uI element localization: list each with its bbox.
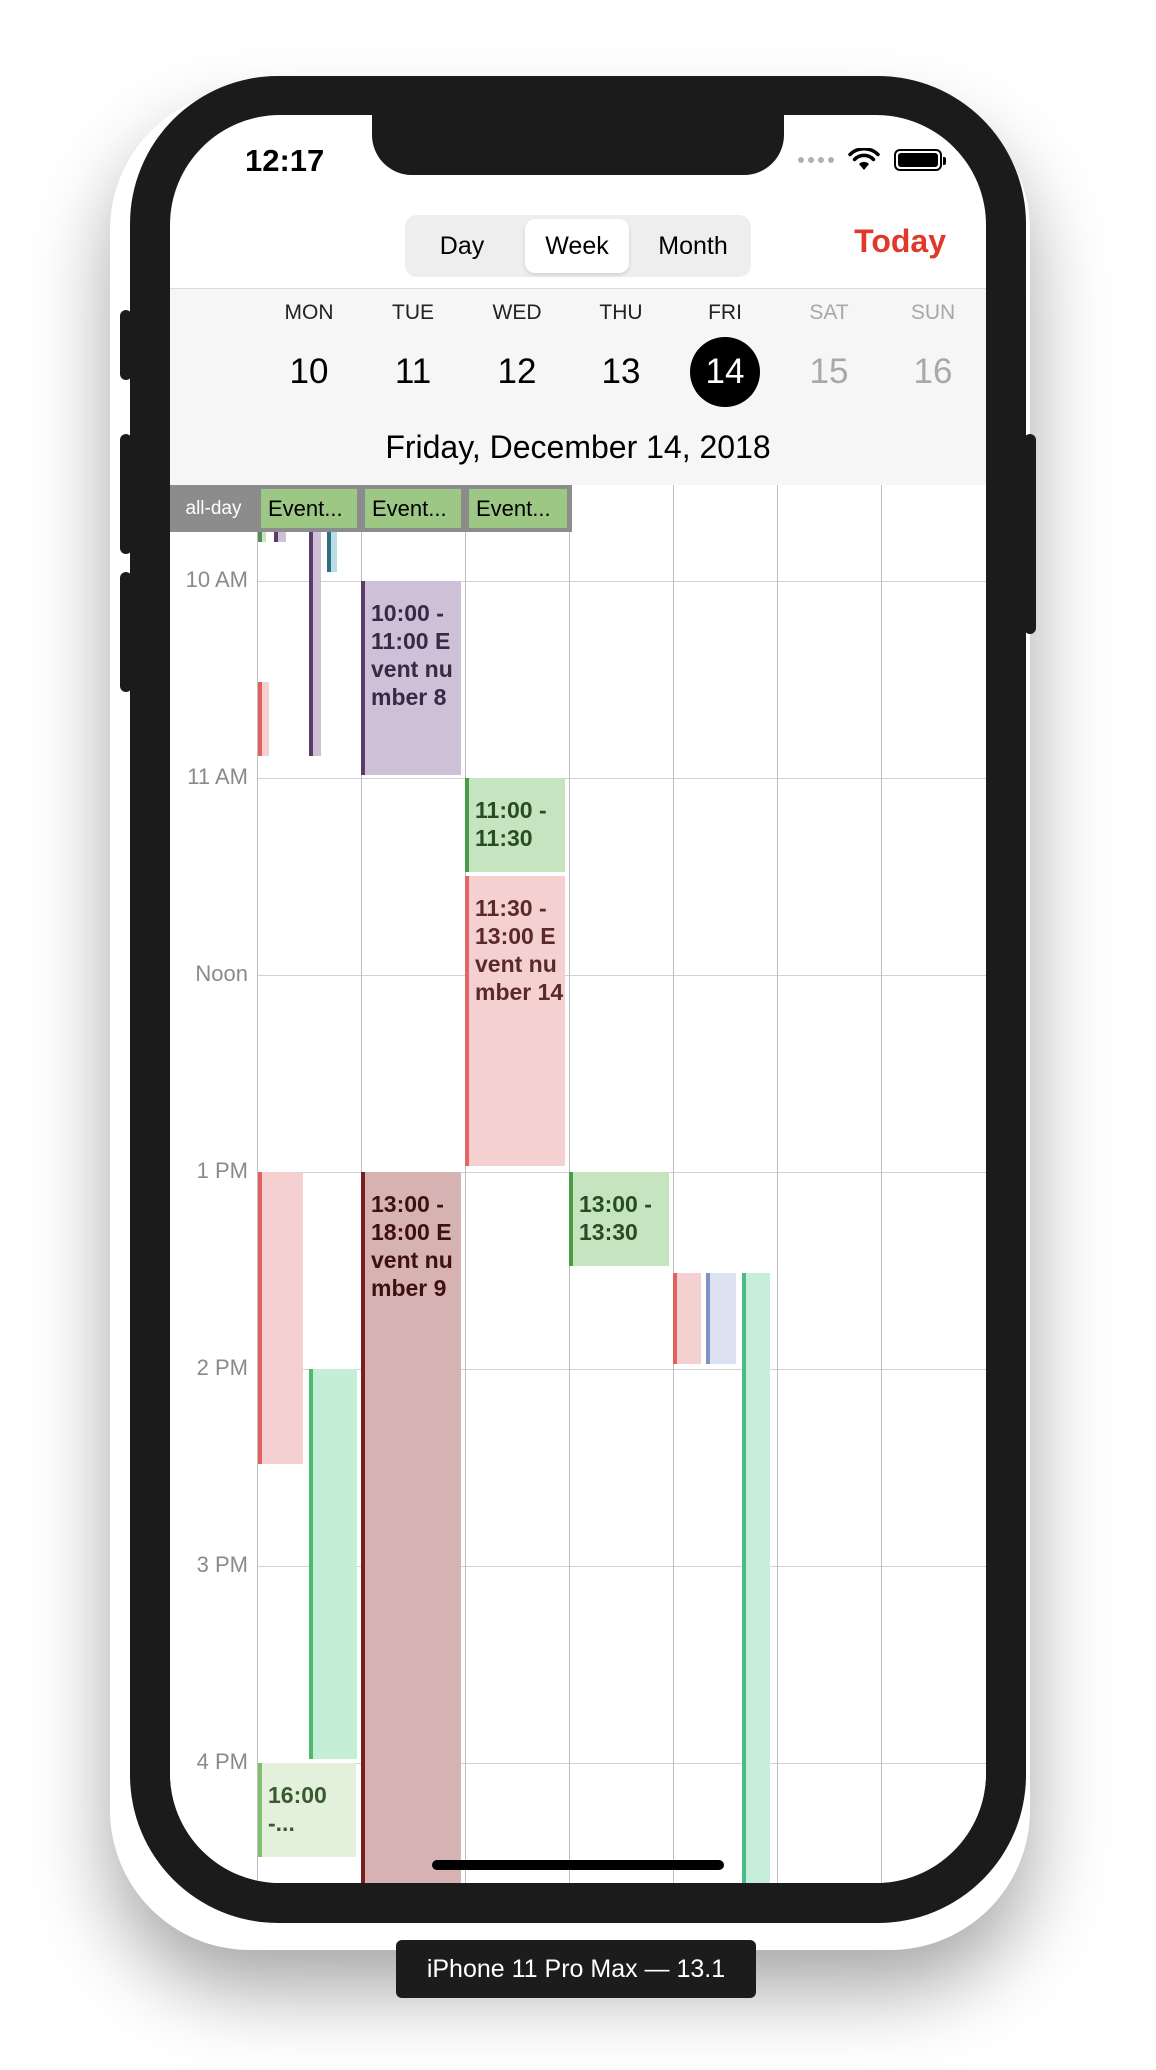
- weekday-label: SUN: [910, 301, 956, 324]
- all-day-label: all-day: [170, 485, 257, 532]
- day-number: 11: [394, 352, 432, 391]
- volume-up-button: [120, 434, 132, 554]
- event-title: 13:00 - 13:30: [579, 1191, 652, 1245]
- today-button[interactable]: Today: [854, 223, 946, 260]
- home-indicator[interactable]: [432, 1860, 724, 1870]
- day-number: 13: [601, 352, 641, 391]
- calendar-event[interactable]: 10:00 - 11:00 Event number 8: [361, 581, 461, 775]
- calendar-event[interactable]: [673, 1273, 701, 1364]
- weekday-label: THU: [599, 301, 643, 324]
- view-switcher: Day Week Month: [405, 215, 751, 277]
- week-grid[interactable]: 10 AM 11 AM Noon 1 PM 2 PM 3 PM 4 PM 10:…: [170, 485, 986, 1883]
- calendar-event[interactable]: [258, 1172, 303, 1464]
- hour-label: 1 PM: [196, 1158, 248, 1183]
- status-icons: [798, 145, 946, 175]
- wifi-icon: [848, 148, 880, 170]
- calendar-event[interactable]: 13:00 - 18:00 Event number 9: [361, 1172, 461, 1883]
- column-divider: [881, 485, 882, 1883]
- calendar-event[interactable]: [258, 682, 269, 756]
- hour-label: 4 PM: [196, 1749, 248, 1774]
- hour-label: 2 PM: [196, 1355, 248, 1380]
- calendar-event[interactable]: [742, 1273, 770, 1883]
- event-title: 11:00 - 11:30: [475, 797, 547, 851]
- event-title: 11:30 - 13:00 Event number 14: [475, 895, 564, 1005]
- device-label: iPhone 11 Pro Max — 13.1: [396, 1940, 756, 1998]
- all-day-event[interactable]: Event...: [365, 489, 461, 528]
- calendar-event[interactable]: [706, 1273, 736, 1364]
- column-divider: [465, 485, 466, 1883]
- calendar-event[interactable]: 11:00 - 11:30: [465, 778, 565, 872]
- volume-down-button: [120, 572, 132, 692]
- hour-label: Noon: [195, 961, 248, 986]
- phone-screen: 12:17 Day Week Month Today MON 10 TUE 11…: [170, 115, 986, 1883]
- weekday-label: MON: [284, 301, 334, 324]
- selected-date-text: Friday, December 14, 2018: [385, 429, 771, 465]
- view-month-button[interactable]: Month: [639, 219, 747, 273]
- event-title: 16:00 -...: [268, 1782, 327, 1836]
- calendar-event[interactable]: [274, 532, 286, 542]
- calendar-event[interactable]: 13:00 - 13:30: [569, 1172, 669, 1266]
- view-week-button[interactable]: Week: [525, 219, 629, 273]
- column-divider: [673, 485, 674, 1883]
- day-number-selected: 14: [690, 337, 760, 407]
- weekday-label: SAT: [809, 301, 849, 324]
- view-day-button[interactable]: Day: [409, 219, 515, 273]
- event-title: 10:00 - 11:00 Event number 8: [371, 600, 453, 710]
- calendar-event[interactable]: [309, 1369, 357, 1759]
- power-button: [1024, 434, 1036, 634]
- hour-line: [257, 778, 986, 779]
- hour-label: 11 AM: [187, 764, 248, 789]
- calendar-event[interactable]: [327, 532, 337, 572]
- day-number: 16: [913, 352, 953, 391]
- week-header: MON 10 TUE 11 WED 12 THU 13 FRI 14 SAT 1…: [170, 288, 986, 486]
- all-day-event[interactable]: Event...: [469, 489, 567, 528]
- all-day-event[interactable]: Event...: [261, 489, 357, 528]
- weekday-label: WED: [492, 301, 542, 324]
- cellular-signal-icon: [798, 157, 834, 163]
- day-number: 12: [497, 352, 537, 391]
- notch: [372, 115, 784, 175]
- day-number: 10: [289, 352, 329, 391]
- weekday-label: TUE: [392, 301, 434, 324]
- calendar-event[interactable]: 11:30 - 13:00 Event number 14: [465, 876, 565, 1166]
- hour-label: 10 AM: [185, 567, 248, 592]
- status-time: 12:17: [245, 143, 325, 178]
- mute-switch: [120, 310, 132, 380]
- hour-label: 3 PM: [196, 1552, 248, 1577]
- calendar-event[interactable]: [258, 532, 266, 542]
- battery-icon: [894, 149, 946, 171]
- calendar-event[interactable]: 16:00 -...: [258, 1763, 356, 1857]
- hour-line: [257, 975, 986, 976]
- calendar-event[interactable]: [309, 532, 321, 756]
- day-number: 15: [809, 352, 849, 391]
- column-divider: [777, 485, 778, 1883]
- event-title: 13:00 - 18:00 Event number 9: [371, 1191, 453, 1301]
- weekday-label: FRI: [708, 301, 742, 324]
